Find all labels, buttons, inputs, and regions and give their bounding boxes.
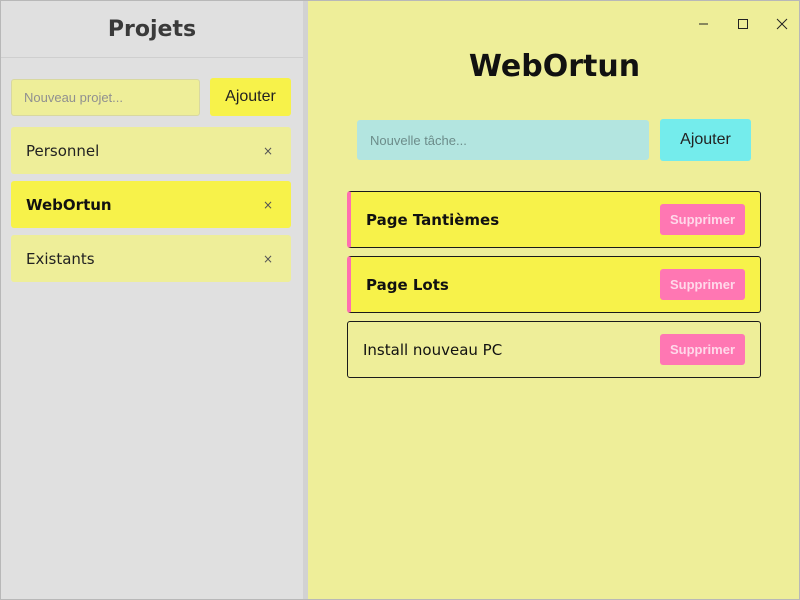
delete-project-icon[interactable]: × [263,235,273,283]
task-item[interactable]: Install nouveau PC Supprimer [347,321,761,378]
add-task-button[interactable]: Ajouter [660,119,751,161]
window-controls [681,1,799,45]
new-task-input[interactable] [357,120,649,160]
project-label: Existants [26,250,95,268]
delete-task-button[interactable]: Supprimer [660,334,745,365]
main-panel: WebOrtun Ajouter Page Tantièmes Supprime… [308,1,799,599]
minimize-icon[interactable] [695,15,713,33]
sidebar-title: Projets [1,1,303,58]
maximize-icon[interactable] [734,15,752,33]
sidebar: Projets Ajouter Personnel × WebOrtun × E… [1,1,303,599]
task-item[interactable]: Page Lots Supprimer [347,256,761,313]
close-icon[interactable] [773,15,791,33]
project-item-personnel[interactable]: Personnel × [11,127,291,174]
project-label: Personnel [26,142,100,160]
delete-task-button[interactable]: Supprimer [660,204,745,235]
task-label: Page Tantièmes [366,211,500,229]
delete-project-icon[interactable]: × [263,127,273,175]
task-item[interactable]: Page Tantièmes Supprimer [347,191,761,248]
app-window: Projets Ajouter Personnel × WebOrtun × E… [0,0,800,600]
task-label: Install nouveau PC [363,341,503,359]
delete-project-icon[interactable]: × [263,181,273,229]
add-project-button[interactable]: Ajouter [210,78,291,116]
project-item-webortun[interactable]: WebOrtun × [11,181,291,228]
task-label: Page Lots [366,276,449,294]
new-project-input[interactable] [11,79,200,116]
delete-task-button[interactable]: Supprimer [660,269,745,300]
page-title: WebOrtun [468,49,641,84]
project-label: WebOrtun [26,196,112,214]
project-item-existants[interactable]: Existants × [11,235,291,282]
